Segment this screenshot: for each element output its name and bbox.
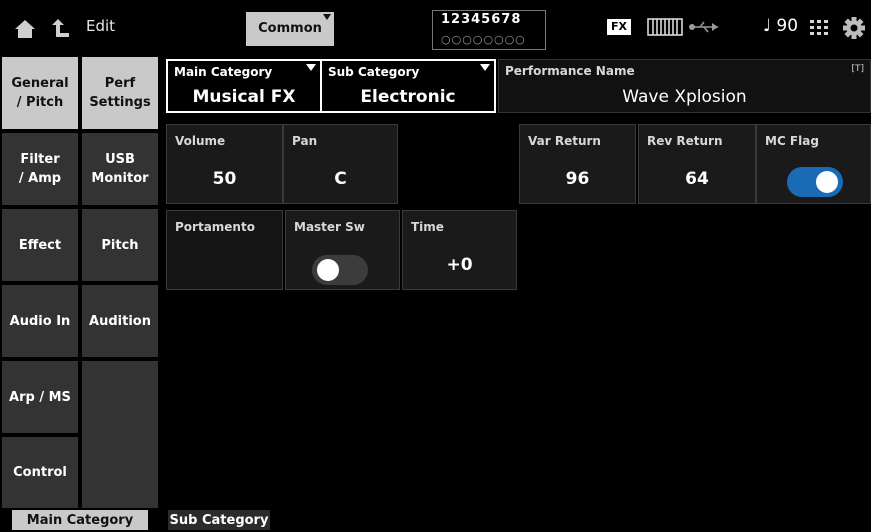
nav-label: Audition <box>89 313 151 329</box>
nav-usb-monitor[interactable]: USB Monitor <box>82 133 158 207</box>
keyboard-icon <box>647 18 683 36</box>
edit-label: Edit <box>86 17 116 35</box>
common-part-button[interactable]: Common <box>246 12 334 46</box>
nav-label: Control <box>13 465 67 480</box>
back-arrow-icon[interactable] <box>50 17 72 39</box>
performance-name-label: Performance Name <box>505 64 635 78</box>
part-indicators: ○○○○○○○○ <box>441 33 526 46</box>
tab-label: Sub Category <box>169 513 269 528</box>
mc-flag-param: MC Flag <box>756 124 871 204</box>
nav-control[interactable]: Control <box>2 437 78 510</box>
performance-name-value: Wave Xplosion <box>622 87 747 107</box>
master-sw-param: Master Sw <box>285 210 400 290</box>
nav-label: USB Monitor <box>91 152 149 186</box>
common-label: Common <box>258 21 322 36</box>
nav-arp-ms[interactable]: Arp / MS <box>2 361 78 435</box>
part-numbers: 12345678 <box>441 12 522 27</box>
nav-label: Perf Settings <box>89 76 151 110</box>
text-edit-icon: [T] <box>851 64 864 74</box>
rev-return-label: Rev Return <box>647 134 723 148</box>
main-category-field[interactable]: Main Category Musical FX <box>166 59 322 113</box>
time-param[interactable]: Time +0 <box>402 210 517 290</box>
nav-label: Filter / Amp <box>18 152 62 186</box>
mc-flag-toggle[interactable] <box>787 167 843 197</box>
rev-return-value: 64 <box>685 169 709 189</box>
nav-audio-in[interactable]: Audio In <box>2 285 78 359</box>
pan-label: Pan <box>292 134 318 148</box>
toggle-knob <box>816 171 838 193</box>
sub-category-value: Electronic <box>360 87 456 107</box>
nav-label: Arp / MS <box>9 389 71 405</box>
dropdown-icon <box>306 64 316 71</box>
nav-label: Audio In <box>9 313 71 329</box>
portamento-label: Portamento <box>175 220 255 234</box>
master-sw-toggle[interactable] <box>312 255 368 285</box>
fx-icon: FX <box>607 19 631 35</box>
nav-audition[interactable]: Audition <box>82 285 158 359</box>
sub-category-field[interactable]: Sub Category Electronic <box>320 59 496 113</box>
bottom-tab-sub-category[interactable]: Sub Category <box>168 510 270 530</box>
dropdown-icon <box>323 14 331 20</box>
pan-param[interactable]: Pan C <box>283 124 398 204</box>
nav-label: General / Pitch <box>11 76 69 110</box>
nav-label: Pitch <box>101 237 139 253</box>
nav-perf-settings[interactable]: Perf Settings <box>82 57 158 131</box>
nav-pitch[interactable]: Pitch <box>82 209 158 283</box>
usb-icon <box>689 21 718 33</box>
part-selector[interactable]: 12345678 ○○○○○○○○ <box>432 10 546 50</box>
var-return-param[interactable]: Var Return 96 <box>519 124 636 204</box>
master-sw-label: Master Sw <box>294 220 365 234</box>
main-category-label: Main Category <box>174 65 273 79</box>
home-icon[interactable] <box>14 19 36 39</box>
quick-access-grid-icon[interactable] <box>810 20 828 36</box>
volume-label: Volume <box>175 134 226 148</box>
nav-filter-amp[interactable]: Filter / Amp <box>2 133 78 207</box>
volume-param[interactable]: Volume 50 <box>166 124 283 204</box>
var-return-value: 96 <box>565 169 590 189</box>
bottom-tab-main-category[interactable]: Main Category <box>12 510 148 530</box>
tempo-display[interactable]: ♩ 90 <box>763 16 798 36</box>
performance-name-field[interactable]: Performance Name [T] Wave Xplosion <box>498 59 871 113</box>
nav-label: Effect <box>18 237 62 253</box>
toggle-knob <box>317 259 339 281</box>
nav-effect[interactable]: Effect <box>2 209 78 283</box>
rev-return-param[interactable]: Rev Return 64 <box>638 124 756 204</box>
mc-flag-label: MC Flag <box>765 134 819 148</box>
sub-category-label: Sub Category <box>328 65 420 79</box>
nav-general-pitch[interactable]: General / Pitch <box>2 57 78 131</box>
dropdown-icon <box>480 64 490 71</box>
settings-gear-icon[interactable] <box>843 17 865 39</box>
tab-label: Main Category <box>26 513 134 528</box>
main-category-value: Musical FX <box>192 87 296 107</box>
portamento-group: Portamento <box>166 210 283 290</box>
nav-empty-slot <box>82 361 158 510</box>
pan-value: C <box>334 169 347 189</box>
time-value: +0 <box>446 255 473 275</box>
volume-value: 50 <box>212 169 237 189</box>
var-return-label: Var Return <box>528 134 601 148</box>
time-label: Time <box>411 220 444 234</box>
